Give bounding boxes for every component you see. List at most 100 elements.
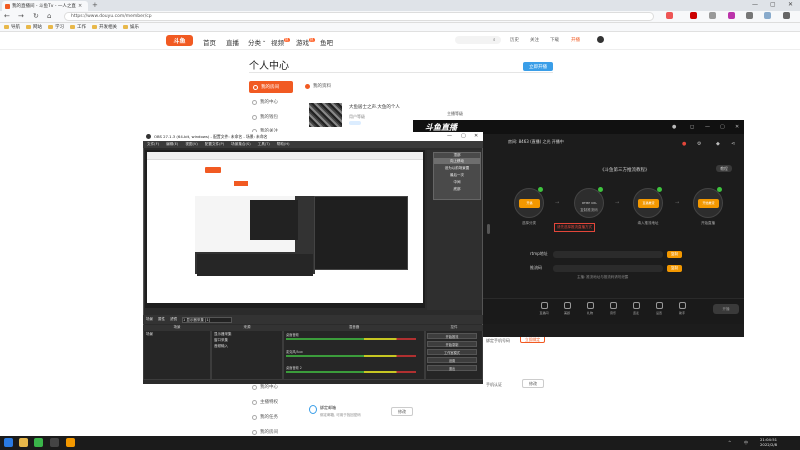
tool-helper[interactable]: 助手 xyxy=(668,302,696,315)
history-link[interactable]: 历史 xyxy=(510,37,519,43)
bookmark-folder[interactable]: 学习 xyxy=(48,24,64,30)
maximize-button[interactable]: ▢ xyxy=(720,124,725,130)
forward-button[interactable]: → xyxy=(18,12,24,20)
follow-link[interactable]: 关注 xyxy=(530,37,539,43)
nav-fishbar[interactable]: 鱼吧 xyxy=(320,37,333,47)
stream-key-field[interactable] xyxy=(553,265,663,272)
menu-scene-collection[interactable]: 场景集合(S) xyxy=(231,142,250,147)
reload-button[interactable]: ↻ xyxy=(33,12,39,20)
menu-profile[interactable]: 配置文件(P) xyxy=(205,142,224,147)
context-item[interactable]: 最后一次 xyxy=(434,173,480,178)
context-item[interactable]: 顶部 xyxy=(434,153,480,158)
avatar[interactable] xyxy=(597,36,604,43)
avatar[interactable]: ● xyxy=(672,124,676,130)
gift-icon[interactable]: ◆ xyxy=(716,141,720,147)
input-method-icon[interactable]: 中 xyxy=(744,440,748,446)
extension-icon[interactable] xyxy=(666,12,673,19)
url-input[interactable]: https://www.douyu.com/member/cp xyxy=(64,12,654,21)
close-icon[interactable]: ✕ xyxy=(474,133,478,139)
modify-button[interactable]: 修改 xyxy=(522,379,544,388)
menu-view[interactable]: 视图(V) xyxy=(185,142,197,147)
start-live-button[interactable]: 开播 xyxy=(713,304,739,314)
start-live-link[interactable]: 开播 xyxy=(571,37,580,43)
context-item[interactable]: 设为以前场景置 xyxy=(434,166,480,171)
downloads-icon[interactable] xyxy=(746,12,753,19)
start-record-button[interactable]: 开始录制 xyxy=(427,341,477,347)
maximize-button[interactable]: ▢ xyxy=(770,1,776,8)
context-item[interactable]: 底部 xyxy=(434,187,480,192)
sidebar-item[interactable]: 我的房间 xyxy=(252,429,278,435)
scene-item[interactable]: 场景 xyxy=(146,332,153,337)
home-button[interactable]: ⌂ xyxy=(47,12,51,20)
menu-help[interactable]: 帮助(H) xyxy=(277,142,290,147)
tutorial-button[interactable]: 教程 xyxy=(716,165,732,172)
obs-taskbar-icon[interactable] xyxy=(50,438,59,447)
filters-button[interactable]: 滤镜 xyxy=(170,317,177,322)
share-icon[interactable]: ⋖ xyxy=(731,141,735,147)
collapse-handle[interactable] xyxy=(487,224,490,234)
extension-purple-icon[interactable] xyxy=(728,12,735,19)
douyu-taskbar-icon[interactable] xyxy=(66,438,75,447)
context-item[interactable]: 向上移动 xyxy=(434,159,480,164)
sidebar-item[interactable]: 我的钱包 xyxy=(252,114,278,120)
bookmark-folder[interactable]: 工作 xyxy=(70,24,86,30)
nav-live[interactable]: 直播 xyxy=(226,37,239,47)
search-icon[interactable]: ⌕ xyxy=(493,37,496,43)
nav-home[interactable]: 首页 xyxy=(203,37,216,47)
bookmark-folder[interactable]: 娱乐 xyxy=(123,24,139,30)
start-stream-button[interactable]: 开始推流 xyxy=(427,333,477,339)
properties-button[interactable]: 属性 xyxy=(158,317,165,322)
modify-email-button[interactable]: 修改 xyxy=(391,407,413,416)
step-1[interactable]: 开播 xyxy=(514,187,544,218)
context-item[interactable]: 中间 xyxy=(434,180,480,185)
live-icon[interactable]: ● xyxy=(682,141,686,147)
bookmark-folder[interactable]: 网站 xyxy=(26,24,42,30)
nav-games[interactable]: 游戏热 xyxy=(296,37,315,47)
back-button[interactable]: ← xyxy=(4,12,10,20)
menu-tools[interactable]: 工具(T) xyxy=(258,142,270,147)
open-live-button[interactable]: 立即开播 xyxy=(523,62,553,71)
opera-icon[interactable] xyxy=(690,12,697,19)
menu-edit[interactable]: 编辑(E) xyxy=(166,142,178,147)
close-window-button[interactable]: ✕ xyxy=(788,1,793,8)
minimize-button[interactable]: — xyxy=(705,124,710,130)
nav-category[interactable]: 分类 xyxy=(248,37,261,47)
studio-mode-button[interactable]: 工作室模式 xyxy=(427,349,477,355)
step-2[interactable]: RTMP URL xyxy=(574,187,604,218)
tray-chevron-icon[interactable]: ^ xyxy=(728,440,731,445)
notification-icon[interactable]: ◻ xyxy=(690,124,694,130)
sidebar-item[interactable]: 我的中心 xyxy=(252,99,278,105)
copy-rtmp-button[interactable]: 复制 xyxy=(667,251,682,258)
douyu-logo[interactable]: 斗鱼 xyxy=(166,35,193,46)
rtmp-url-field[interactable] xyxy=(553,251,663,258)
profile-icon[interactable] xyxy=(764,12,771,19)
step-3[interactable]: 直播推流 xyxy=(633,187,663,218)
download-link[interactable]: 下载 xyxy=(550,37,559,43)
windows-start-icon[interactable] xyxy=(4,438,13,447)
source-item[interactable]: 显示器采集 xyxy=(214,332,232,337)
maximize-button[interactable]: ▢ xyxy=(461,133,466,139)
source-select[interactable]: 1 显示器采集 [1] xyxy=(182,316,232,323)
wechat-icon[interactable] xyxy=(34,438,43,447)
browser-tab[interactable]: 我的直播间 - 斗鱼Tv - 一人之直 × xyxy=(2,1,88,11)
source-item[interactable]: 窗口采集 xyxy=(214,338,228,343)
bookmark-icon[interactable] xyxy=(709,12,716,19)
menu-file[interactable]: 文件(F) xyxy=(147,142,159,147)
copy-key-button[interactable]: 复制 xyxy=(667,265,682,272)
close-icon[interactable]: ✕ xyxy=(735,124,739,130)
bookmark-folder[interactable]: 开发相关 xyxy=(92,24,117,30)
settings-button[interactable]: 设置 xyxy=(427,357,477,363)
bookmark-folder[interactable]: 导航 xyxy=(4,24,20,30)
minimize-button[interactable]: — xyxy=(447,133,452,139)
step-4[interactable]: 开始推流 xyxy=(693,187,723,218)
sidebar-item[interactable]: 主播特权 xyxy=(252,399,278,405)
menu-icon[interactable] xyxy=(783,12,790,19)
clock[interactable]: 21:04:51 2022/2/8 xyxy=(760,437,777,447)
file-explorer-icon[interactable] xyxy=(19,438,28,447)
exit-button[interactable]: 退出 xyxy=(427,365,477,371)
sidebar-item[interactable]: 我的中心 xyxy=(252,384,278,390)
sidebar-item-my-room[interactable]: 我的房间 xyxy=(249,81,293,93)
source-item[interactable]: 音频输入 xyxy=(214,344,228,349)
settings-icon[interactable]: ⚙ xyxy=(697,141,701,147)
new-tab-button[interactable]: + xyxy=(92,1,98,9)
